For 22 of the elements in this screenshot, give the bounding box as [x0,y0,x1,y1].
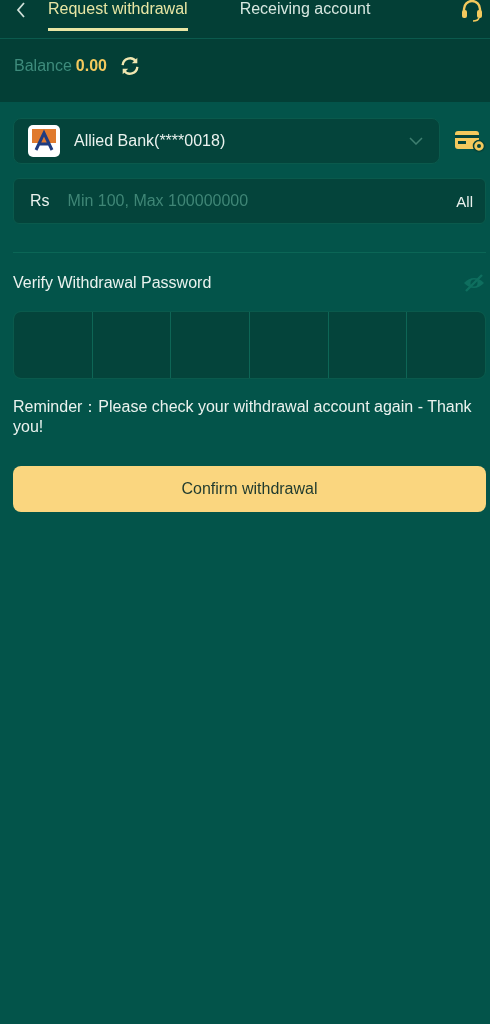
bank-logo-icon [28,125,60,157]
balance-value: 0.00 [75,57,107,75]
tab[interactable]: Receiving account [227,0,383,31]
back-icon[interactable] [16,2,26,18]
chevron-down-icon [409,137,423,145]
bank-account-select[interactable]: Allied Bank(****0018) [13,118,440,164]
password-digit-box[interactable] [92,312,171,378]
password-digit-box[interactable] [14,312,92,378]
password-digit-box[interactable] [407,312,485,378]
password-digit-box[interactable] [328,312,407,378]
tab[interactable]: Request withdrawal [48,0,188,31]
password-digit-box[interactable] [171,312,249,378]
confirm-withdrawal-button[interactable]: Confirm withdrawal [13,466,486,512]
currency-label: Rs [30,192,50,210]
amount-field[interactable]: Rs Min 100, Max 100000000 All [13,178,486,224]
all-button[interactable]: All [456,192,473,210]
password-label: Verify Withdrawal Password [13,274,212,292]
balance-label: Balance [14,57,72,75]
headset-icon[interactable] [460,0,484,22]
card-settings-icon[interactable] [454,129,486,153]
password-digit-box[interactable] [250,312,328,378]
reminder-text: Reminder：Please check your withdrawal account again - Thank you! [13,397,473,437]
